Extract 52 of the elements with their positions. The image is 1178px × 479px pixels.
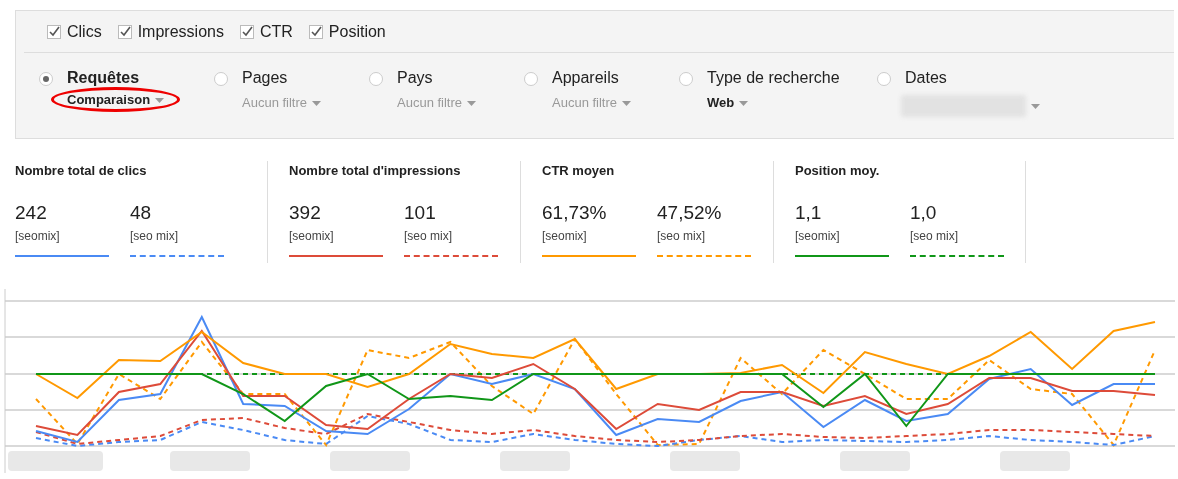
checked-box-icon — [308, 24, 323, 39]
dimension-label[interactable]: Appareils — [552, 69, 632, 87]
caret-icon — [1031, 103, 1040, 109]
checkbox[interactable]: Clics — [47, 22, 102, 41]
caret-icon — [622, 101, 632, 107]
checkbox[interactable]: Position — [308, 22, 386, 41]
series-label: [seomix] — [15, 229, 61, 243]
dimension-label[interactable]: Pages — [242, 69, 322, 87]
radio-button[interactable] — [524, 72, 538, 86]
checkbox-label: Impressions — [137, 22, 224, 41]
metric-value: 101 — [404, 202, 437, 224]
series-label: [seo mix] — [910, 229, 959, 243]
metric-value: 1,1 — [795, 202, 823, 224]
checkbox[interactable]: CTR — [239, 22, 293, 41]
metric-title: Nombre total de clics — [15, 163, 148, 178]
metric-value: 47,52% — [657, 202, 723, 224]
checkbox-label: Position — [328, 22, 386, 41]
metric-value: 48 — [130, 202, 153, 224]
metric-title: Nombre total d'impressions — [289, 163, 462, 178]
highlighted-filter-dropdown[interactable]: Comparaison — [53, 89, 179, 110]
series-label: [seomix] — [542, 229, 588, 243]
dimension-label[interactable]: Type de recherche — [707, 69, 840, 87]
checked-box-icon — [239, 24, 254, 39]
caret-icon — [739, 101, 749, 107]
series-label: [seo mix] — [404, 229, 453, 243]
series-label: [seomix] — [795, 229, 841, 243]
dimension-label[interactable]: Dates — [905, 69, 1040, 87]
checked-box-icon — [117, 24, 132, 39]
checkbox-label: Clics — [67, 22, 102, 41]
radio-button[interactable] — [679, 72, 693, 86]
radio-button[interactable] — [39, 72, 53, 86]
checkbox[interactable]: Impressions — [117, 22, 224, 41]
series-label: [seomix] — [289, 229, 335, 243]
radio-button[interactable] — [214, 72, 228, 86]
checked-box-icon — [47, 24, 61, 39]
dimension-label[interactable]: Requêtes — [67, 69, 179, 87]
metric-title: CTR moyen — [542, 163, 616, 178]
series-label: [seo mix] — [657, 229, 706, 243]
filter-dropdown[interactable]: Web — [707, 95, 749, 110]
metric-title: Position moy. — [795, 163, 881, 178]
radio-button[interactable] — [369, 72, 383, 86]
metric-value: 1,0 — [910, 202, 938, 224]
metric-value: 61,73% — [542, 202, 608, 224]
checkbox-label: CTR — [259, 22, 293, 41]
metric-value: 392 — [289, 202, 322, 224]
radio-button[interactable] — [877, 72, 891, 86]
series-label: [seo mix] — [130, 229, 179, 243]
metric-value: 242 — [15, 202, 48, 224]
caret-icon — [312, 101, 322, 107]
caret-icon — [155, 98, 165, 104]
dimension-label[interactable]: Pays — [397, 69, 477, 87]
caret-icon — [467, 101, 477, 107]
